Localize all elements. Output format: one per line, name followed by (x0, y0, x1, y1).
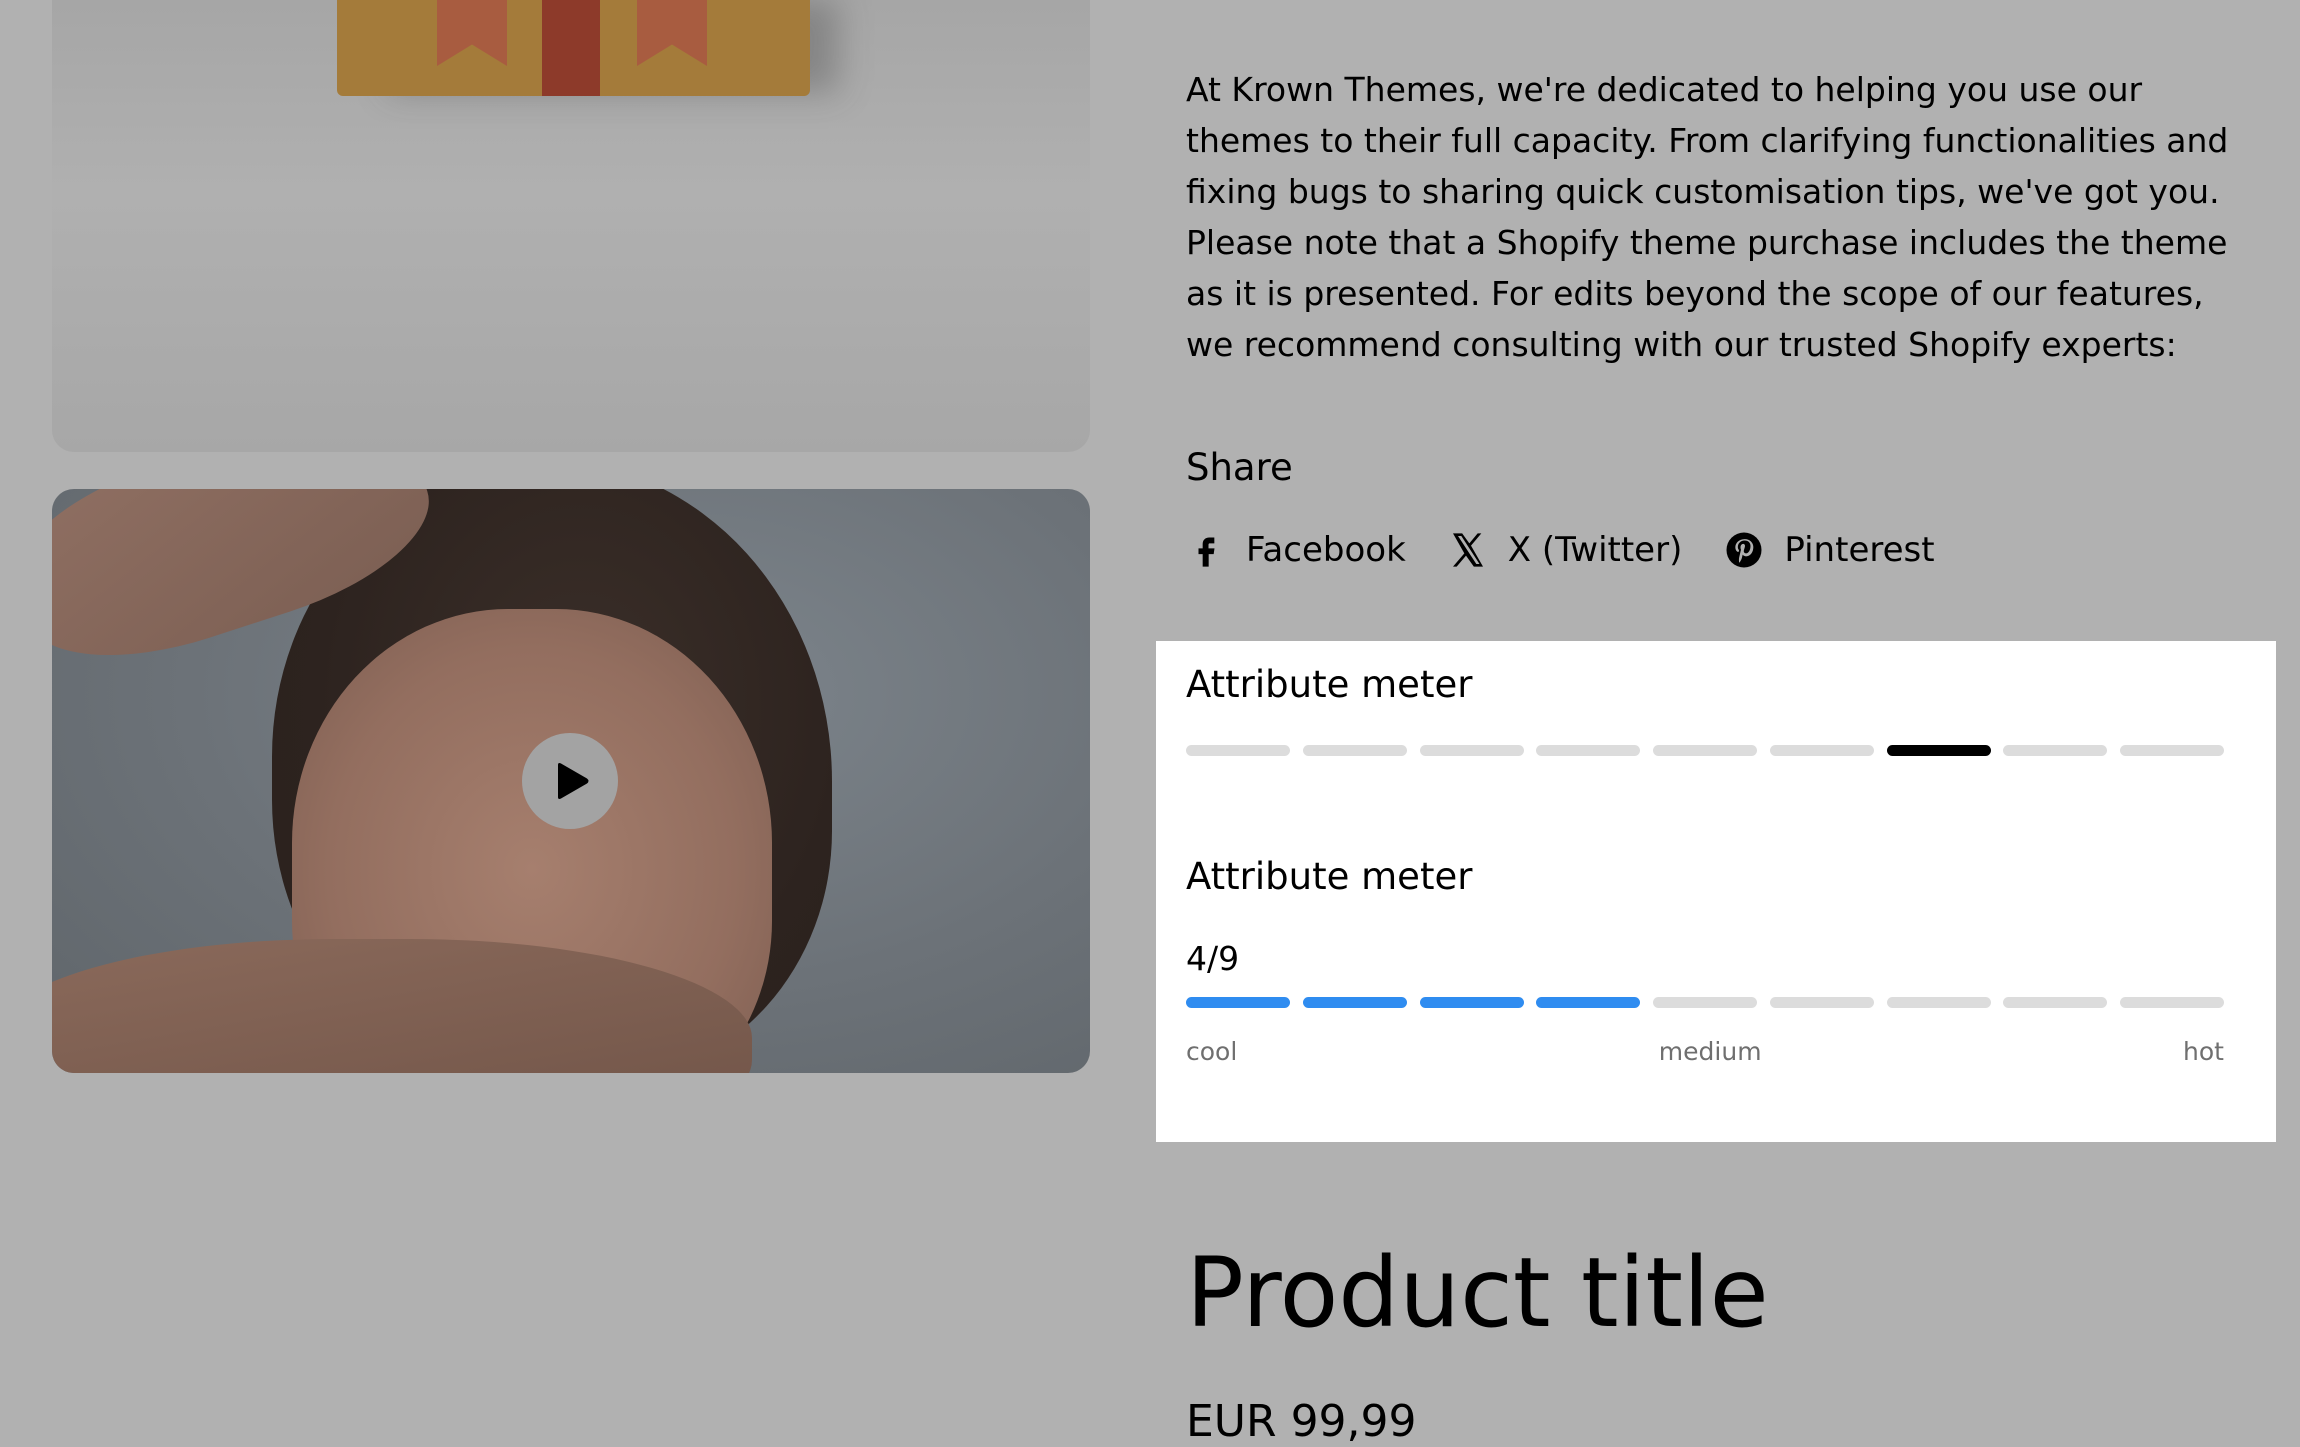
attribute-meter-title-1: Attribute meter (1186, 663, 1473, 706)
meter-segment (1886, 997, 1991, 1008)
share-facebook-label: Facebook (1246, 530, 1406, 570)
ribbon-tail-left (437, 0, 507, 66)
meter-segment (1769, 745, 1874, 756)
meter-segment (2003, 745, 2108, 756)
ribbon (542, 0, 600, 96)
scale-high-label: hot (2183, 1037, 2224, 1066)
play-button[interactable] (522, 733, 618, 829)
meter-segment (1419, 745, 1524, 756)
meter-segment (1302, 745, 1407, 756)
meter-segment (1536, 745, 1641, 756)
pinterest-icon (1726, 532, 1762, 568)
attribute-meter-2 (1186, 997, 2224, 1008)
share-pinterest-label: Pinterest (1784, 530, 1935, 570)
meter-segment (1653, 745, 1757, 756)
product-description: At Krown Themes, we're dedicated to help… (1186, 70, 2229, 364)
facebook-icon (1198, 537, 1215, 567)
share-links: Facebook X (Twitter) Pinterest (1186, 530, 1977, 570)
attribute-meter-title-2: Attribute meter (1186, 855, 1473, 898)
attribute-meter-1 (1186, 745, 2224, 756)
meter-segment (2120, 997, 2224, 1008)
product-title: Product title (1186, 1237, 1769, 1349)
product-video[interactable] (52, 489, 1090, 1073)
meter-segment (1186, 997, 1290, 1008)
share-title: Share (1186, 446, 1293, 489)
attribute-meter-scale: cool medium hot (1186, 1037, 2224, 1066)
meter-segment (1536, 997, 1641, 1008)
share-x-link[interactable]: X (Twitter) (1448, 530, 1683, 570)
gift-box-image (337, 0, 810, 96)
play-icon (558, 763, 589, 799)
x-icon (1452, 533, 1483, 567)
meter-segment (2003, 997, 2108, 1008)
ribbon-tail-right (637, 0, 707, 66)
meter-segment (2120, 745, 2224, 756)
share-facebook-link[interactable]: Facebook (1186, 530, 1406, 570)
meter-segment (1186, 745, 1290, 756)
meter-segment (1419, 997, 1524, 1008)
scale-mid-label: medium (1658, 1037, 1762, 1066)
product-image-gift[interactable] (52, 0, 1090, 452)
attribute-meter-value: 4/9 (1186, 939, 1240, 978)
share-pinterest-link[interactable]: Pinterest (1724, 530, 1935, 570)
scale-low-label: cool (1186, 1037, 1238, 1066)
meter-segment (1769, 997, 1874, 1008)
attribute-meter-panel: Attribute meter Attribute meter 4/9 cool… (1156, 641, 2276, 1142)
meter-segment (1302, 997, 1407, 1008)
share-x-label: X (Twitter) (1507, 530, 1683, 570)
meter-segment (1886, 745, 1991, 756)
product-price: EUR 99,99 (1186, 1396, 1417, 1447)
meter-segment (1653, 997, 1757, 1008)
